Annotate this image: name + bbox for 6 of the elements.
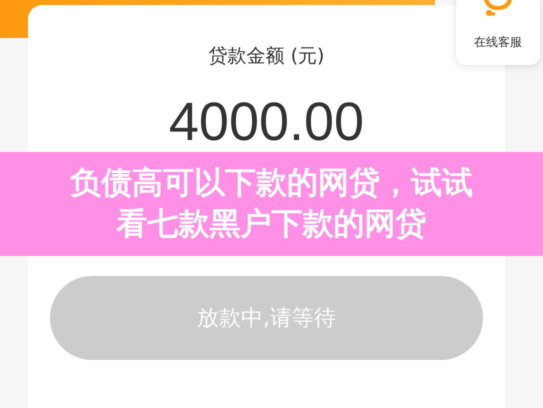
banner-title: 负债高可以下款的网贷，试试 — [70, 164, 473, 203]
loan-amount: 4000.00 — [168, 91, 364, 153]
banner-title: 看七款黑户下款的网贷 — [116, 205, 426, 244]
loan-amount-label: 贷款金额 (元) — [208, 44, 324, 69]
support-button[interactable]: 在线客服 — [456, 0, 540, 65]
headset-icon — [481, 0, 515, 16]
